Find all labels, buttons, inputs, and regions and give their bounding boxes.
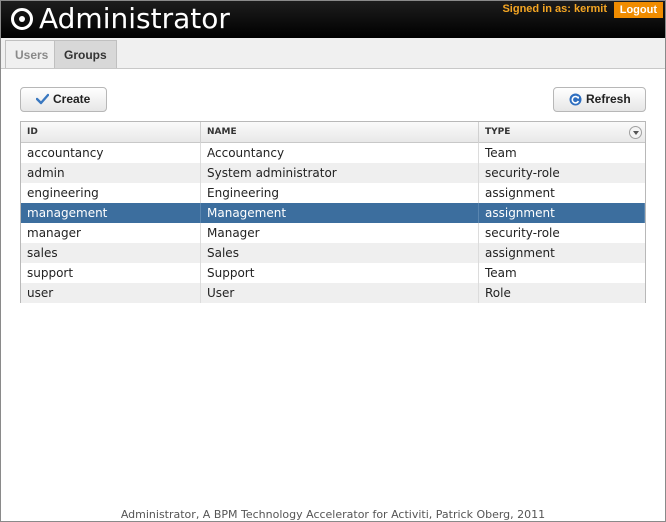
table-row[interactable]: user User Role <box>21 283 645 303</box>
table-row[interactable]: engineering Engineering assignment <box>21 183 645 203</box>
cell-name: System administrator <box>201 163 479 183</box>
cell-id: support <box>21 263 201 283</box>
cell-name: Management <box>201 203 479 223</box>
cell-type: security-role <box>485 166 560 180</box>
groups-table: ID NAME TYPE accountancy Accountancy Team a… <box>20 121 646 303</box>
cell-id: accountancy <box>21 143 201 163</box>
cell-id: management <box>21 203 201 223</box>
cell-type: assignment <box>479 203 645 223</box>
refresh-button-label: Refresh <box>586 92 631 106</box>
cell-name: Manager <box>201 223 479 243</box>
cell-id: engineering <box>21 183 201 203</box>
cell-name: Sales <box>201 243 479 263</box>
cell-type: security-role <box>485 226 560 240</box>
column-header-name[interactable]: NAME <box>201 122 479 143</box>
cell-id: user <box>21 283 201 303</box>
cell-name: Engineering <box>201 183 479 203</box>
footer-text: Administrator, A BPM Technology Accelera… <box>120 508 546 521</box>
target-logo-icon <box>11 8 33 30</box>
table-row[interactable]: management Management assignment <box>21 203 645 223</box>
cell-name: Support <box>201 263 479 283</box>
cell-id: manager <box>21 223 201 243</box>
cell-type: Role <box>485 286 511 300</box>
table-row[interactable]: admin System administrator security-role <box>21 163 645 183</box>
table-row[interactable]: manager Manager security-role <box>21 223 645 243</box>
create-button-label: Create <box>53 92 91 106</box>
tab-users[interactable]: Users <box>5 40 59 68</box>
cell-type: assignment <box>485 186 555 200</box>
tab-groups[interactable]: Groups <box>54 40 117 68</box>
cell-name: Accountancy <box>201 143 479 163</box>
refresh-icon <box>569 93 582 106</box>
chevron-down-icon[interactable] <box>629 126 642 139</box>
cell-type: assignment <box>485 246 555 260</box>
cell-type: Team <box>485 146 517 160</box>
logout-link[interactable]: Logout <box>613 2 663 18</box>
create-button[interactable]: Create <box>20 87 107 112</box>
table-row[interactable]: sales Sales assignment <box>21 243 645 263</box>
app-window: Administrator Signed in as: kermit Logou… <box>0 0 666 522</box>
column-header-type-label: TYPE <box>485 127 511 137</box>
cell-type: Team <box>485 266 517 280</box>
table-header: ID NAME TYPE <box>21 122 645 143</box>
table-row[interactable]: accountancy Accountancy Team <box>21 143 645 163</box>
column-header-id[interactable]: ID <box>21 122 201 143</box>
tab-bar: Users Groups <box>1 38 665 69</box>
checkmark-icon <box>36 93 49 105</box>
cell-id: sales <box>21 243 201 263</box>
table-row[interactable]: support Support Team <box>21 263 645 283</box>
column-header-type[interactable]: TYPE <box>479 122 645 143</box>
cell-id: admin <box>21 163 201 183</box>
header-bar: Administrator Signed in as: kermit Logou… <box>1 1 665 38</box>
signed-in-label: Signed in as: kermit <box>502 3 607 15</box>
app-title: Administrator <box>39 2 230 35</box>
refresh-button[interactable]: Refresh <box>553 87 646 112</box>
cell-name: User <box>201 283 479 303</box>
